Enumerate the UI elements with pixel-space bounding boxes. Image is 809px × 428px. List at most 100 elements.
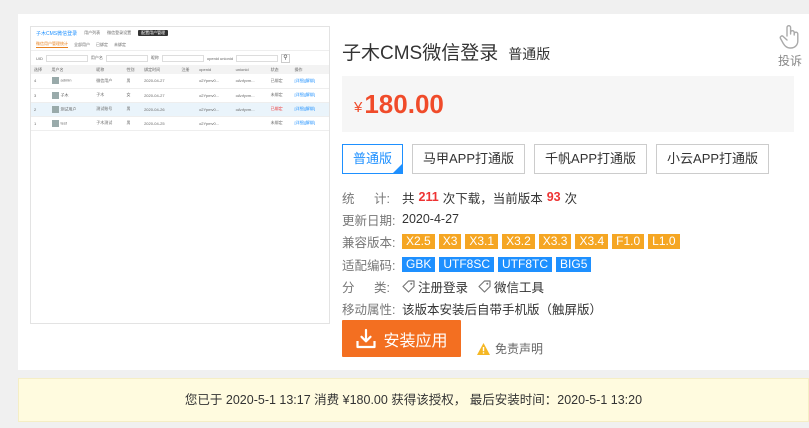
compat-badges: X2.5 X3 X3.1 X3.2 X3.3 X3.4 F1.0 L1.0 xyxy=(402,234,680,250)
mobile-row: 移动属性: 该版本安装后自带手机版（触屏版） xyxy=(342,297,680,319)
updated-key: 更新日期: xyxy=(342,213,396,228)
title-row: 子木CMS微信登录 普通版 xyxy=(342,38,550,65)
preview-col: 性别 xyxy=(123,65,142,74)
preview-cell xyxy=(232,116,268,131)
preview-col: 选择 xyxy=(31,65,49,74)
preview-filter: UID 用户名 昵称 openid unionid ⚲ xyxy=(31,51,329,65)
preview-col: 昵称 xyxy=(93,65,124,74)
preview-cell: 2020-04-27 xyxy=(141,88,179,103)
preview-table: 选择 用户名 昵称 性别 绑定时间 注册 openid unionid 状态 操… xyxy=(31,65,329,131)
preview-nav-item: 微信登录设置 xyxy=(107,30,132,35)
report-button[interactable]: 投诉 xyxy=(775,24,805,69)
preview-cell: o2Ypmv0... xyxy=(196,116,233,131)
preview-cell: 子木测试 xyxy=(93,116,124,131)
preview-cell: [详细][解绑] xyxy=(291,88,329,103)
product-title: 子木CMS微信登录 xyxy=(342,43,499,64)
compat-row: 兼容版本: X2.5 X3 X3.1 X3.2 X3.3 X3.4 F1.0 L… xyxy=(342,231,680,253)
category-tag-label: 注册登录 xyxy=(418,280,469,295)
preview-cell: [详细][解绑] xyxy=(291,102,329,117)
report-label: 投诉 xyxy=(777,54,802,68)
preview-cell: 1 xyxy=(31,116,49,131)
preview-cell: 女 xyxy=(123,88,142,103)
encoding-badge: BIG5 xyxy=(556,256,592,272)
encoding-badge: UTF8TC xyxy=(498,256,553,272)
preview-col: 注册 xyxy=(178,65,197,74)
version-download-count: 93 xyxy=(546,190,561,205)
category-key-part: 分 xyxy=(342,280,355,295)
preview-filter-label: UID xyxy=(36,55,43,61)
stats-key: 统 计: xyxy=(342,188,390,207)
encoding-badge: GBK xyxy=(402,256,436,272)
category-key-part: 类: xyxy=(374,280,390,295)
category-tags: 注册登录 微信工具 xyxy=(402,277,550,296)
preview-cell: test xyxy=(48,116,94,131)
preview-cell: oAnfyvm... xyxy=(232,102,268,117)
price-amount: 180.00 xyxy=(364,88,444,119)
preview-col: 状态 xyxy=(267,65,292,74)
currency-symbol: ¥ xyxy=(354,98,363,116)
preview-cell: 未绑定 xyxy=(267,88,292,103)
preview-cell: 已绑定 xyxy=(267,74,292,89)
encoding-key: 适配编码: xyxy=(342,258,396,273)
stats-key-part: 计: xyxy=(374,191,390,206)
preview-cell: admin xyxy=(48,74,94,89)
product-card: 子木CMS微信登录 用户列表 微信登录设置 配置用户管理 微信用户管理统计 全部… xyxy=(18,14,809,370)
preview-filter-label: 昵称 xyxy=(150,55,159,60)
compat-badge: X3.2 xyxy=(502,234,535,250)
preview-filter-box xyxy=(161,54,204,62)
download-icon xyxy=(356,328,377,348)
updated-value: 2020-4-27 xyxy=(402,212,459,227)
category-tag-label: 微信工具 xyxy=(494,280,545,295)
preview-cell: 2020-04-26 xyxy=(141,102,179,117)
preview-cell: oAnfyvm... xyxy=(232,74,268,89)
preview-row: 2 测试用户 测试账号 男 2020-04-26 o2Ypmv0... oAnf… xyxy=(31,102,329,117)
preview-cell: 未绑定 xyxy=(267,116,292,131)
category-row: 分 类: 注册登录 微信工具 xyxy=(342,275,680,297)
preview-cell: o2Ypmv0... xyxy=(196,74,233,89)
preview-cell-text: 测试用户 xyxy=(60,106,77,112)
preview-tabs: 微信用户管理统计 全部用户 已绑定 未绑定 xyxy=(31,39,329,51)
preview-nav-item: 配置用户管理 xyxy=(138,30,169,36)
preview-filter-box xyxy=(235,54,278,62)
version-option-majia[interactable]: 马甲APP打通版 xyxy=(412,144,526,174)
encoding-badge: UTF8SC xyxy=(439,256,495,272)
compat-badge: L1.0 xyxy=(648,234,680,250)
category-tag-wechat[interactable]: 微信工具 xyxy=(478,277,544,296)
preview-screenshot[interactable]: 子木CMS微信登录 用户列表 微信登录设置 配置用户管理 微信用户管理统计 全部… xyxy=(30,26,330,324)
preview-cell: 2020-04-27 xyxy=(141,74,179,89)
encoding-row: 适配编码: GBK UTF8SC UTF8TC BIG5 xyxy=(342,253,680,275)
preview-col: 绑定时间 xyxy=(141,65,179,74)
version-option-qianfan[interactable]: 千帆APP打通版 xyxy=(534,144,648,174)
category-tag-register[interactable]: 注册登录 xyxy=(402,277,468,296)
preview-col: openid xyxy=(196,65,233,74)
preview-cell xyxy=(178,88,197,103)
preview-cell: 男 xyxy=(123,116,142,131)
download-count: 211 xyxy=(418,190,439,205)
disclaimer-link[interactable]: 免责声明 xyxy=(476,340,543,357)
preview-cell: [详细][解绑] xyxy=(291,116,329,131)
preview-cell-text: 子木 xyxy=(60,92,69,98)
compat-badge: F1.0 xyxy=(612,234,645,250)
version-option-standard[interactable]: 普通版 xyxy=(342,144,404,174)
warning-icon xyxy=(477,342,490,355)
avatar xyxy=(51,119,59,127)
preview-cell: 已绑定 xyxy=(267,102,292,117)
avatar xyxy=(51,77,59,85)
preview-tab: 全部用户 xyxy=(74,41,90,47)
preview-row: 3 子木 子木 女 2020-04-27 o2Ypmv0... oAnfyvm.… xyxy=(31,88,329,103)
preview-tab: 已绑定 xyxy=(96,41,108,47)
preview-cell: 2020-04-25 xyxy=(141,116,179,131)
preview-row: 1 test 子木测试 男 2020-04-25 o2Ypmv0... 未绑定 … xyxy=(31,116,329,131)
preview-cell: 测试用户 xyxy=(48,102,94,117)
compat-badge: X3.4 xyxy=(575,234,609,250)
compat-badge: X3 xyxy=(438,234,462,250)
preview-cell xyxy=(178,74,197,89)
compat-badge: X3.1 xyxy=(465,234,499,250)
version-option-xiaoyun[interactable]: 小云APP打通版 xyxy=(656,144,770,174)
preview-nav-item: 用户列表 xyxy=(84,30,101,35)
compat-badge: X3.3 xyxy=(538,234,572,250)
install-button[interactable]: 安装应用 xyxy=(342,320,461,357)
preview-cell: o2Ypmv0... xyxy=(196,102,233,117)
preview-col: 操作 xyxy=(291,65,329,74)
preview-topbar: 子木CMS微信登录 用户列表 微信登录设置 配置用户管理 xyxy=(31,27,329,39)
